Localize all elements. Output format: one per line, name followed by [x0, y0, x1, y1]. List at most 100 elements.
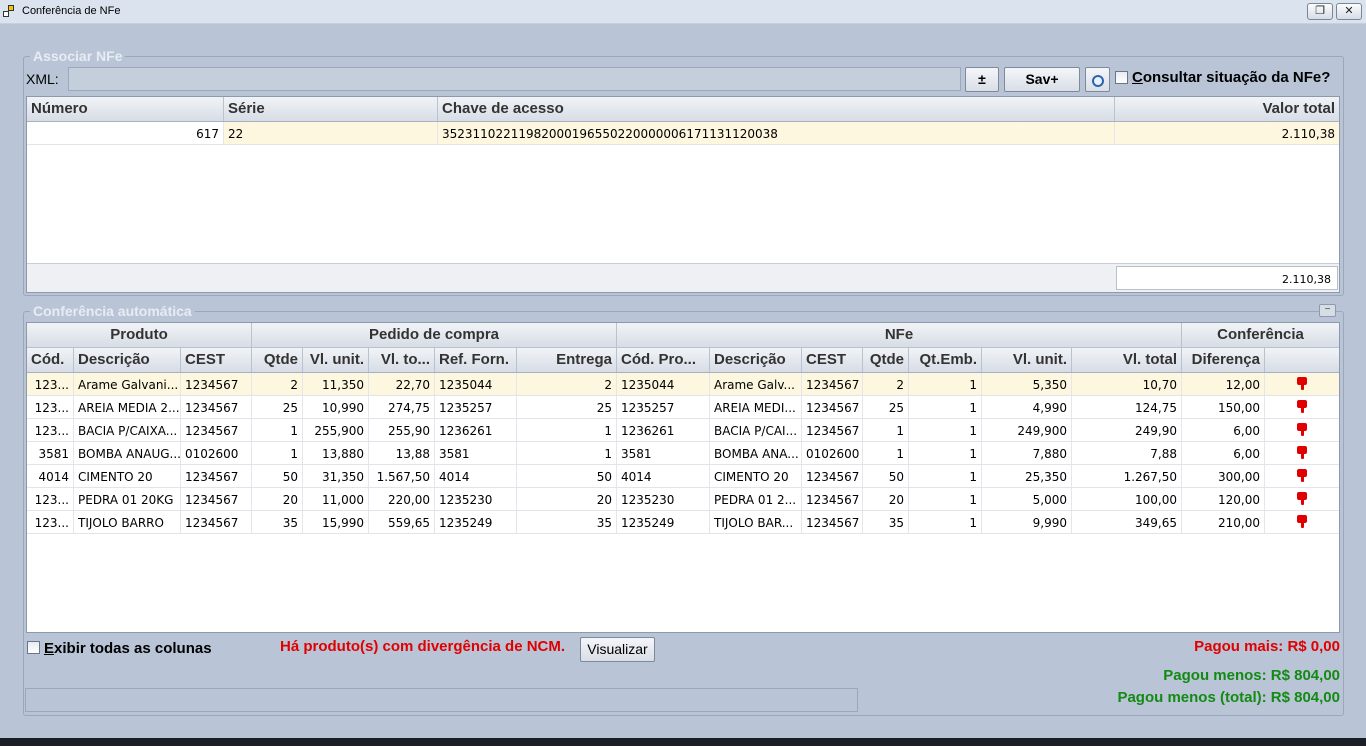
cell-status — [1265, 419, 1339, 441]
window-title: Conferência de NFe — [22, 5, 121, 17]
cell-vl-total: 255,90 — [369, 419, 435, 441]
plus-minus-button[interactable]: ± — [965, 67, 999, 92]
col-cod[interactable]: Cód. — [27, 348, 74, 372]
cell-cest-nfe: 1234567 — [802, 373, 863, 395]
col-entrega[interactable]: Entrega — [517, 348, 617, 372]
col-vl-unit[interactable]: Vl. unit. — [303, 348, 369, 372]
collapse-button[interactable]: − — [1319, 304, 1336, 317]
cell-ref-forn: 1235230 — [435, 488, 517, 510]
cell-qt-emb: 1 — [909, 442, 982, 464]
cell-vl-total: 22,70 — [369, 373, 435, 395]
cell-cod: 4014 — [27, 465, 74, 487]
cell-cod-prod-nfe: 4014 — [617, 465, 710, 487]
pagou-menos-total-label: Pagou menos (total): R$ 804,00 — [1117, 689, 1340, 706]
restore-button[interactable]: ❐ — [1307, 3, 1333, 20]
table-row[interactable]: 3581 BOMBA ANAUG... 0102600 1 13,880 13,88 358… — [27, 442, 1339, 465]
table-row[interactable]: 123... BACIA P/CAIXA... 1234567 1 255,900 255… — [27, 419, 1339, 442]
cell-entrega: 20 — [517, 488, 617, 510]
cell-cest-nfe: 1234567 — [802, 511, 863, 533]
cell-descricao: BOMBA ANAUG... — [74, 442, 181, 464]
associar-nfe-legend: Associar NFe — [30, 48, 126, 64]
cell-ref-forn: 1235044 — [435, 373, 517, 395]
cell-qtde: 2 — [252, 373, 303, 395]
col-qtde-nfe[interactable]: Qtde — [863, 348, 909, 372]
nfe-total: 2.110,38 — [1116, 266, 1338, 290]
col-qtde[interactable]: Qtde — [252, 348, 303, 372]
cell-vl-total: 559,65 — [369, 511, 435, 533]
col-diferenca[interactable]: Diferença — [1182, 348, 1265, 372]
col-serie[interactable]: Série — [224, 97, 438, 121]
cell-qt-emb: 1 — [909, 488, 982, 510]
nfe-row[interactable]: 617 22 352311022119820001965502200000061… — [27, 122, 1339, 145]
cell-vl-total-nfe: 1.267,50 — [1072, 465, 1182, 487]
cell-qtde: 20 — [252, 488, 303, 510]
cell-vl-total-nfe: 349,65 — [1072, 511, 1182, 533]
cell-status — [1265, 488, 1339, 510]
cell-cod: 123... — [27, 373, 74, 395]
ncm-warning: Há produto(s) com divergência de NCM. — [280, 638, 566, 655]
cell-entrega: 2 — [517, 373, 617, 395]
pagou-menos-label: Pagou menos: R$ 804,00 — [1163, 667, 1340, 684]
band-conferencia: Conferência — [1217, 326, 1304, 343]
col-qt-emb[interactable]: Qt.Emb. — [909, 348, 982, 372]
cell-vl-total-nfe: 7,88 — [1072, 442, 1182, 464]
exibir-colunas-label[interactable]: Exibir todas as colunas — [44, 640, 212, 657]
col-valor-total[interactable]: Valor total — [1115, 97, 1339, 121]
col-numero[interactable]: Número — [27, 97, 224, 121]
col-status[interactable] — [1265, 348, 1339, 372]
cell-vl-unit-nfe: 9,990 — [982, 511, 1072, 533]
col-ref-forn[interactable]: Ref. Forn. — [435, 348, 517, 372]
col-cod-prod-nfe[interactable]: Cód. Pro... — [617, 348, 710, 372]
table-row[interactable]: 123... TIJOLO BARRO 1234567 35 15,990 559,65 1… — [27, 511, 1339, 534]
col-descricao[interactable]: Descrição — [74, 348, 181, 372]
cell-cest-nfe: 1234567 — [802, 465, 863, 487]
close-button[interactable]: ✕ — [1336, 3, 1362, 20]
cell-descricao-nfe: Arame Galv... — [710, 373, 802, 395]
table-row[interactable]: 123... AREIA MEDIA 2... 1234567 25 10,990 274… — [27, 396, 1339, 419]
cell-vl-total-nfe: 100,00 — [1072, 488, 1182, 510]
cell-entrega: 25 — [517, 396, 617, 418]
cell-qtde-nfe: 25 — [863, 396, 909, 418]
cell-cod: 123... — [27, 511, 74, 533]
cell-qtde-nfe: 20 — [863, 488, 909, 510]
cell-cest-nfe: 1234567 — [802, 488, 863, 510]
cell-vl-unit: 31,350 — [303, 465, 369, 487]
col-descricao-nfe[interactable]: Descrição — [710, 348, 802, 372]
table-row[interactable]: 4014 CIMENTO 20 1234567 50 31,350 1.567,50 401… — [27, 465, 1339, 488]
thumbs-down-icon — [1297, 423, 1307, 436]
col-vl-total[interactable]: Vl. to... — [369, 348, 435, 372]
col-chave[interactable]: Chave de acesso — [438, 97, 1115, 121]
sav-plus-button[interactable]: Sav+ — [1004, 67, 1080, 92]
exibir-colunas-checkbox[interactable] — [27, 641, 40, 654]
thumbs-down-icon — [1297, 469, 1307, 482]
visualizar-button[interactable]: Visualizar — [580, 637, 655, 662]
cell-diferenca: 150,00 — [1182, 396, 1265, 418]
cell-ref-forn: 4014 — [435, 465, 517, 487]
xml-input[interactable] — [68, 67, 961, 91]
table-row[interactable]: 123... PEDRA 01 20KG 1234567 20 11,000 220,00… — [27, 488, 1339, 511]
consultar-checkbox[interactable] — [1115, 71, 1128, 84]
band-nfe: NFe — [617, 323, 1182, 347]
band-row: Produto Pedido de compra NFe Conferência — [27, 323, 1339, 348]
col-vl-unit-nfe[interactable]: Vl. unit. — [982, 348, 1072, 372]
cell-vl-unit: 13,880 — [303, 442, 369, 464]
cell-vl-unit-nfe: 25,350 — [982, 465, 1072, 487]
consultar-label[interactable]: Consultar situação da NFe? — [1132, 69, 1330, 86]
table-row[interactable]: 123... Arame Galvani... 1234567 2 11,350 22,7… — [27, 373, 1339, 396]
search-button[interactable] — [1085, 67, 1110, 92]
thumbs-down-icon — [1297, 400, 1307, 413]
cell-chave: 3523110221198200019655022000000617113112… — [438, 122, 1115, 144]
cell-qtde: 1 — [252, 442, 303, 464]
col-cest[interactable]: CEST — [181, 348, 252, 372]
cell-cest: 1234567 — [181, 373, 252, 395]
cell-cest: 1234567 — [181, 396, 252, 418]
cell-descricao-nfe: TIJOLO BAR... — [710, 511, 802, 533]
col-cest-nfe[interactable]: CEST — [802, 348, 863, 372]
cell-cod-prod-nfe: 1235249 — [617, 511, 710, 533]
cell-cod-prod-nfe: 1236261 — [617, 419, 710, 441]
cell-qtde-nfe: 2 — [863, 373, 909, 395]
cell-valor-total: 2.110,38 — [1281, 127, 1335, 141]
col-vl-total-nfe[interactable]: Vl. total — [1072, 348, 1182, 372]
cell-vl-total: 220,00 — [369, 488, 435, 510]
cell-qt-emb: 1 — [909, 373, 982, 395]
